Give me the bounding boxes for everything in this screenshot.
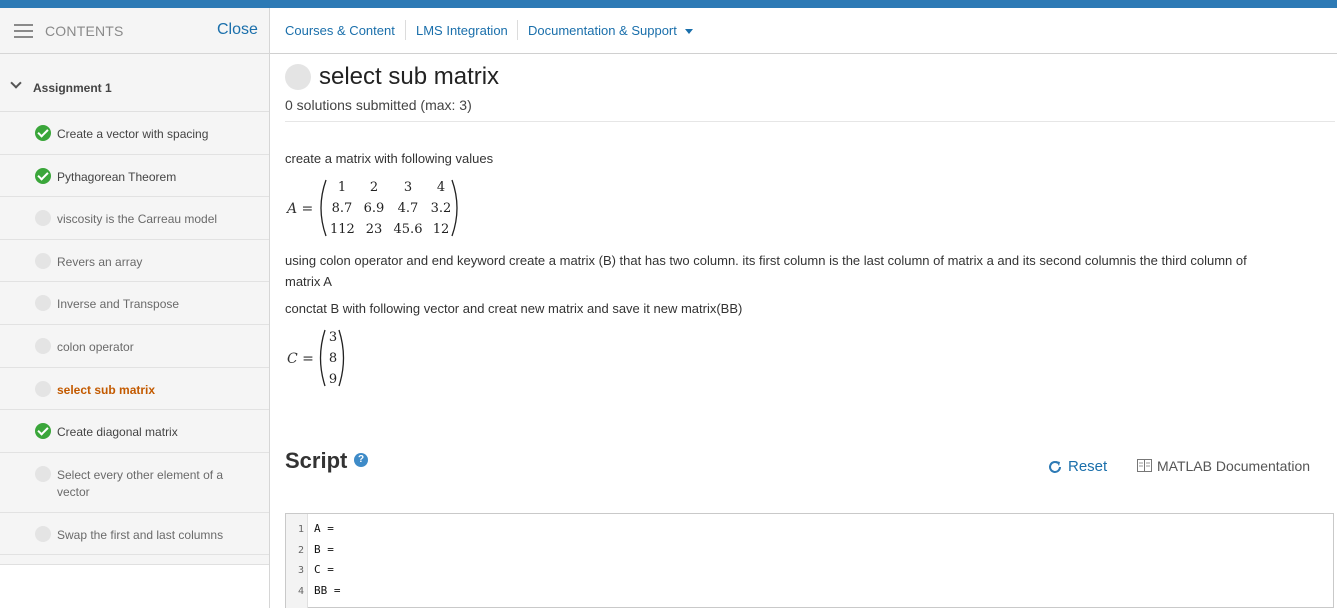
line-number: 3	[297, 565, 304, 576]
matrix-cell: 8	[328, 351, 338, 366]
sidebar-item[interactable]: Select every other element of a vector	[0, 453, 269, 513]
problem-text-2: using colon operator and end keyword cre…	[285, 253, 1247, 289]
matrix-cell: 1	[337, 180, 347, 195]
sidebar-item-label: Create diagonal matrix	[57, 425, 178, 440]
sidebar-header: CONTENTS Close	[0, 8, 269, 54]
status-circle-icon	[35, 337, 51, 354]
top-accent-bar	[0, 0, 1337, 8]
status-circle-icon	[35, 210, 51, 227]
matrix-cell: 3	[403, 180, 413, 195]
status-circle-icon	[35, 380, 51, 397]
matrix-c-label: C =	[287, 351, 314, 367]
matrix-cell: 112	[330, 222, 355, 237]
sidebar-item[interactable]: viscosity is the Carreau model	[0, 197, 269, 240]
matrix-a-body: 1 2 3 4 8.7 6.9 4.7 3.2 112 23 45.6 12	[330, 179, 451, 239]
status-circle-icon	[35, 465, 51, 482]
sidebar-item-label: viscosity is the Carreau model	[57, 212, 218, 227]
matrix-cell: 4.7	[397, 201, 419, 216]
matrix-cell: 3.2	[430, 201, 452, 216]
sidebar-item[interactable]: colon operator	[0, 325, 269, 368]
sidebar-item-label: Create a vector with spacing	[57, 127, 209, 141]
close-sidebar-button[interactable]: Close	[217, 21, 258, 39]
contents-sidebar: CONTENTS Close Assignment 1 Create a vec…	[0, 8, 270, 608]
sidebar-item[interactable]: Revers an array	[0, 240, 269, 283]
nav-documentation-support[interactable]: Documentation & Support	[528, 23, 677, 38]
sidebar-item-current[interactable]: select sub matrix	[0, 368, 269, 411]
code-line[interactable]: BB =	[314, 584, 341, 597]
matrix-cell: 3	[328, 330, 338, 345]
sidebar-item[interactable]: Inverse and Transpose	[0, 282, 269, 325]
sidebar-item[interactable]: Swap the first and last columns	[0, 513, 269, 556]
check-complete-icon	[35, 125, 51, 141]
line-number: 4	[297, 586, 304, 597]
reset-button[interactable]: Reset	[1068, 458, 1107, 475]
nav-divider	[517, 20, 518, 40]
matrix-cell: 4	[436, 180, 446, 195]
matrix-cell: 8.7	[331, 201, 353, 216]
nav-divider	[405, 20, 406, 40]
sidebar-item-label: Pythagorean Theorem	[57, 169, 177, 184]
matrix-cell: 6.9	[363, 201, 385, 216]
help-icon[interactable]: ?	[354, 453, 368, 467]
matrix-cell: 9	[328, 372, 338, 387]
code-line[interactable]: A =	[314, 522, 334, 535]
script-editor[interactable]: 1 2 3 4 A = B = C = BB =	[285, 513, 1334, 608]
sidebar-item[interactable]: Pythagorean Theorem	[0, 155, 269, 198]
matrix-cell: 23	[365, 222, 383, 237]
chevron-down-icon	[10, 77, 22, 89]
status-circle-icon	[35, 525, 51, 542]
sidebar-item-label: colon operator	[57, 339, 134, 354]
refresh-icon[interactable]	[1047, 459, 1063, 475]
code-line[interactable]: B =	[314, 543, 334, 556]
sidebar-item[interactable]: Create diagonal matrix	[0, 410, 269, 453]
matrix-c-body: 3 8 9	[325, 329, 341, 389]
caret-down-icon[interactable]	[685, 29, 693, 34]
section-label: Assignment 1	[33, 81, 112, 95]
section-assignment-1[interactable]: Assignment 1	[0, 54, 269, 112]
problem-title: select sub matrix	[319, 63, 500, 90]
divider	[285, 121, 1335, 122]
sidebar-item-label: Swap the first and last columns	[57, 527, 224, 542]
sidebar-item[interactable]: Create a vector with spacing	[0, 112, 269, 155]
sidebar-item-label: Revers an array	[57, 254, 143, 269]
problem-status-icon	[285, 64, 311, 90]
sidebar-item-label: select sub matrix	[57, 382, 156, 397]
script-heading: Script	[285, 448, 348, 473]
matrix-a-label: A =	[287, 201, 314, 217]
sidebar-item-label: Inverse and Transpose	[57, 297, 180, 312]
sidebar-title: CONTENTS	[45, 23, 124, 39]
sidebar-item-label: Select every other element of a vector	[57, 467, 224, 499]
documentation-book-icon	[1137, 459, 1152, 472]
matrix-cell: 12	[432, 222, 450, 237]
status-circle-icon	[35, 295, 51, 312]
check-complete-icon	[35, 167, 51, 184]
check-complete-icon	[35, 423, 51, 440]
matlab-documentation-link[interactable]: MATLAB Documentation	[1157, 458, 1310, 474]
line-number-gutter: 1 2 3 4	[286, 514, 308, 608]
problem-text-1: create a matrix with following values	[285, 151, 494, 166]
line-number: 1	[297, 524, 304, 535]
sidebar-footer	[0, 564, 269, 608]
submission-count: 0 solutions submitted (max: 3)	[285, 97, 472, 113]
matrix-cell: 2	[369, 180, 379, 195]
problem-text-3: conctat B with following vector and crea…	[285, 301, 743, 316]
left-paren-icon	[320, 179, 327, 237]
nav-lms-integration[interactable]: LMS Integration	[416, 23, 508, 38]
code-line[interactable]: C =	[314, 563, 334, 576]
top-navigation: Courses & Content LMS Integration Docume…	[270, 8, 1337, 54]
matrix-cell: 45.6	[393, 222, 423, 237]
hamburger-menu-icon[interactable]	[14, 24, 33, 38]
line-number: 2	[297, 545, 304, 556]
status-circle-icon	[35, 252, 51, 269]
nav-courses-content[interactable]: Courses & Content	[285, 23, 395, 38]
